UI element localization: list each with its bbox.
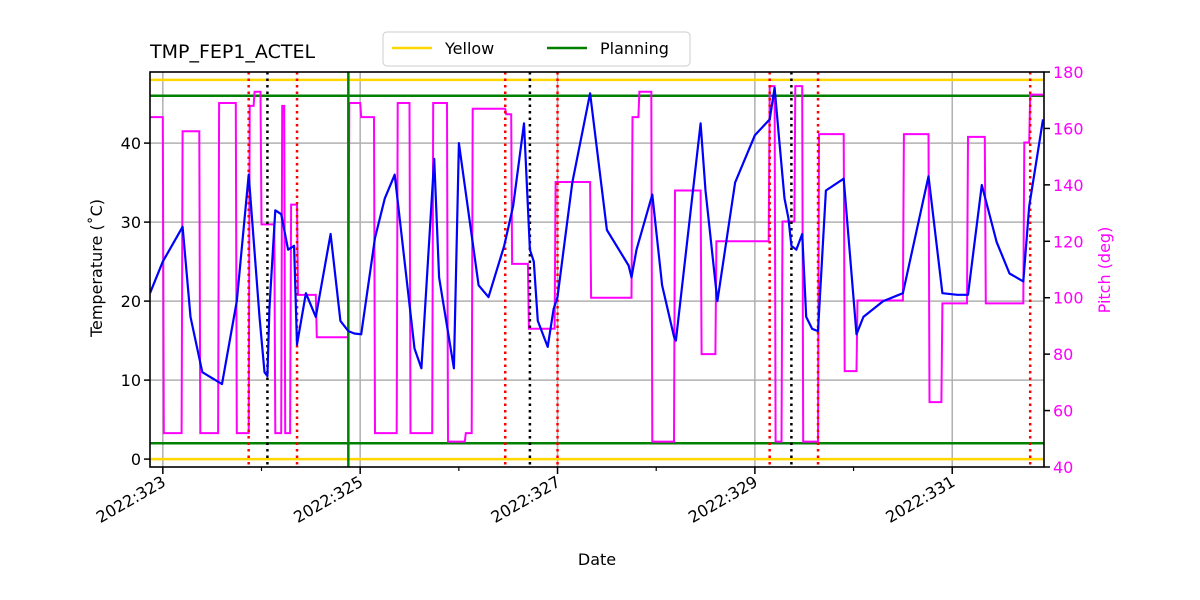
x-axis-label: Date <box>578 550 616 569</box>
legend: Yellow Planning <box>382 31 691 67</box>
y2-tick-label: 80 <box>1053 345 1073 364</box>
chart-title: TMP_FEP1_ACTEL <box>149 41 315 63</box>
legend-label-planning: Planning <box>600 39 669 58</box>
y-tick-label: 20 <box>121 292 141 311</box>
y2-tick-label: 40 <box>1053 458 1073 477</box>
y2-tick-label: 60 <box>1053 402 1073 421</box>
y2-tick-label: 100 <box>1053 289 1084 308</box>
plot-area <box>149 71 1045 468</box>
y-tick-label: 30 <box>121 213 141 232</box>
y-axis-label: Temperature (˚C) <box>87 199 106 338</box>
y-tick-label: 40 <box>121 134 141 153</box>
y-tick-label: 0 <box>131 450 141 469</box>
y2-tick-label: 140 <box>1053 176 1084 195</box>
y2-tick-label: 120 <box>1053 232 1084 251</box>
legend-label-yellow: Yellow <box>444 39 494 58</box>
y2-tick-label: 160 <box>1053 119 1084 138</box>
y2-axis-label: Pitch (deg) <box>1095 227 1114 314</box>
y2-tick-label: 180 <box>1053 63 1084 82</box>
y-tick-label: 10 <box>121 371 141 390</box>
chart: 2022:323 2022:325 2022:327 2022:329 2022:331… <box>0 0 1200 600</box>
